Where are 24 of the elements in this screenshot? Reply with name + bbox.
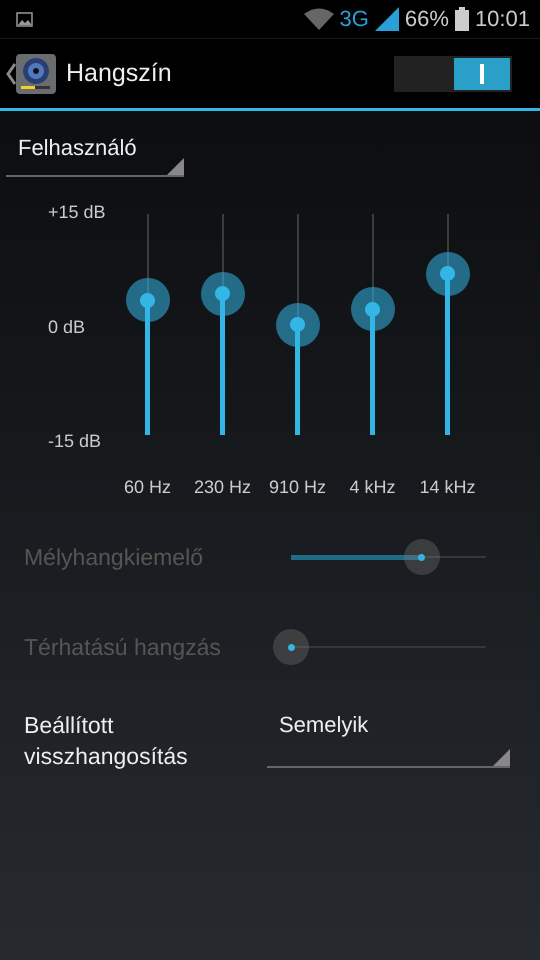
band-frequency: 60 Hz <box>124 477 172 498</box>
wifi-icon <box>304 7 334 31</box>
band-frequency: 4 kHz <box>349 477 396 498</box>
speaker-icon <box>16 54 56 94</box>
preset-dropdown[interactable]: Felhasználó <box>6 135 184 177</box>
toggle-switch[interactable] <box>394 56 512 92</box>
gallery-icon <box>16 12 33 26</box>
battery-percent: 66% <box>404 6 449 32</box>
db-scale-label: -15 dB <box>48 431 102 452</box>
screen-title: Hangszín <box>66 59 172 88</box>
band-frequency: 14 kHz <box>419 477 476 498</box>
db-scale-label: +15 dB <box>48 202 107 223</box>
db-scale-label: 0 dB <box>48 316 86 338</box>
back-icon[interactable] <box>6 62 16 84</box>
signal-icon <box>374 7 399 31</box>
clock: 10:01 <box>474 6 530 32</box>
effect-label: Mélyhangkiemelő <box>24 544 204 570</box>
reverb-label: Beállított visszhangosítás <box>24 711 189 771</box>
battery-icon <box>454 7 469 31</box>
effect-label: Térhatású hangzás <box>24 634 222 660</box>
reverb-dropdown[interactable]: Semelyik <box>267 710 510 768</box>
network-type: 3G <box>340 6 369 32</box>
band-frequency: 910 Hz <box>268 477 326 498</box>
band-frequency: 230 Hz <box>194 477 252 498</box>
